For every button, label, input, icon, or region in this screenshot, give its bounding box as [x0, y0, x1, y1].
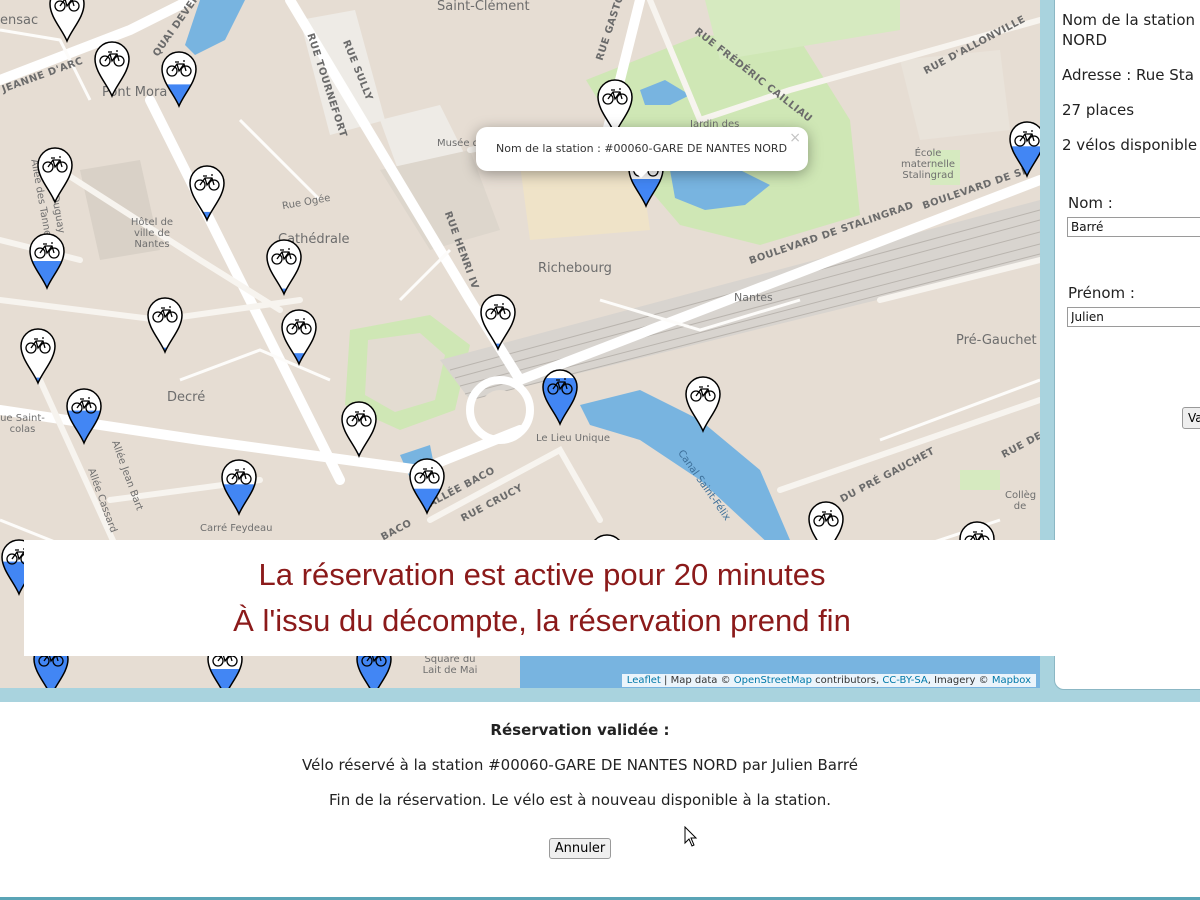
station-marker[interactable]	[28, 232, 66, 290]
station-marker[interactable]	[220, 458, 258, 516]
station-marker[interactable]	[36, 146, 74, 204]
map-attribution: Leaflet | Map data © OpenStreetMap contr…	[621, 674, 1036, 687]
station-marker[interactable]	[280, 308, 318, 366]
leaflet-link[interactable]: Leaflet	[627, 675, 661, 686]
place-label: École maternelle Stalingrad	[900, 148, 956, 181]
place-label: Square du Lait de Mai	[422, 654, 478, 676]
station-bikes: 2 vélos disponible	[1062, 136, 1198, 154]
place-label: Saint-Clément	[437, 0, 530, 14]
validate-button[interactable]: Va	[1182, 407, 1200, 429]
station-marker[interactable]	[146, 296, 184, 354]
attribution-text: | Map data ©	[660, 675, 734, 686]
bike-marker-icon	[66, 388, 102, 445]
bike-marker-icon	[49, 0, 85, 43]
popup-tip	[631, 168, 651, 178]
station-name-label: Nom de la station	[1062, 11, 1196, 29]
license-link[interactable]: CC-BY-SA	[882, 675, 927, 686]
place-label: Richebourg	[538, 261, 612, 276]
attribution-text: contributors,	[811, 675, 883, 686]
bike-marker-icon	[20, 328, 56, 385]
cancel-button[interactable]: Annuler	[549, 838, 611, 859]
station-address: Adresse : Rue Sta	[1062, 66, 1194, 84]
mouse-cursor-icon	[684, 826, 698, 847]
caption-line-1: La réservation est active pour 20 minute…	[258, 557, 826, 592]
place-label: Hôtel de ville de Nantes	[130, 217, 174, 250]
station-marker[interactable]	[340, 400, 378, 458]
station-places: 27 places	[1062, 101, 1135, 119]
bike-marker-icon	[281, 309, 317, 366]
bike-marker-icon	[94, 41, 130, 98]
caption-line-2: À l'issu du décompte, la réservation pre…	[233, 603, 851, 638]
station-marker[interactable]	[188, 164, 226, 222]
bike-marker-icon	[189, 165, 225, 222]
station-marker[interactable]	[408, 457, 446, 515]
nom-label: Nom :	[1068, 194, 1113, 212]
station-marker[interactable]	[93, 40, 131, 98]
nom-input[interactable]	[1067, 217, 1200, 237]
bike-marker-icon	[29, 233, 65, 290]
bike-marker-icon	[542, 369, 578, 426]
place-label: ue Saint- colas	[0, 413, 45, 435]
bike-marker-icon	[480, 294, 516, 351]
bike-marker-icon	[221, 459, 257, 516]
attribution-text: , Imagery ©	[927, 675, 992, 686]
caption-overlay: La réservation est active pour 20 minute…	[24, 540, 1060, 656]
bike-marker-icon	[147, 297, 183, 354]
bike-marker-icon	[409, 458, 445, 515]
bike-marker-icon	[37, 147, 73, 204]
station-marker[interactable]	[479, 293, 517, 351]
station-panel: Nom de la station NORD Adresse : Rue Sta…	[1054, 0, 1200, 690]
popup-text: Nom de la station : #00060-GARE DE NANTE…	[496, 142, 788, 155]
bike-marker-icon	[685, 376, 721, 433]
prenom-label: Prénom :	[1068, 284, 1135, 302]
place-label: Le Lieu Unique	[536, 433, 611, 444]
station-popup: Nom de la station : #00060-GARE DE NANTE…	[476, 127, 808, 171]
bike-marker-icon	[266, 239, 302, 296]
close-icon[interactable]: ×	[789, 130, 801, 146]
prenom-input[interactable]	[1067, 307, 1200, 327]
place-label: Pré-Gauchet	[956, 333, 1037, 348]
station-marker[interactable]	[684, 375, 722, 433]
station-marker[interactable]	[48, 0, 86, 43]
place-label: Carré Feydeau	[200, 523, 273, 534]
bike-marker-icon	[1009, 121, 1040, 178]
reservation-detail: Vélo réservé à la station #00060-GARE DE…	[302, 756, 858, 774]
station-marker[interactable]	[19, 327, 57, 385]
reservation-section: Réservation validée : Vélo réservé à la …	[0, 702, 1200, 900]
reservation-title: Réservation validée :	[490, 721, 670, 739]
station-name: NORD	[1062, 31, 1107, 49]
place-label: Collèg de	[1005, 490, 1037, 512]
station-marker[interactable]	[265, 238, 303, 296]
bike-marker-icon	[161, 51, 197, 108]
place-label: ensac	[0, 13, 39, 28]
place-label: Nantes	[734, 291, 773, 304]
station-marker[interactable]	[65, 387, 103, 445]
mapbox-link[interactable]: Mapbox	[992, 675, 1031, 686]
osm-link[interactable]: OpenStreetMap	[734, 675, 812, 686]
station-marker[interactable]	[1008, 120, 1040, 178]
place-label: Decré	[167, 390, 206, 405]
bike-marker-icon	[341, 401, 377, 458]
reservation-end-message: Fin de la réservation. Le vélo est à nou…	[328, 791, 831, 809]
station-marker[interactable]	[160, 50, 198, 108]
station-marker[interactable]	[541, 368, 579, 426]
